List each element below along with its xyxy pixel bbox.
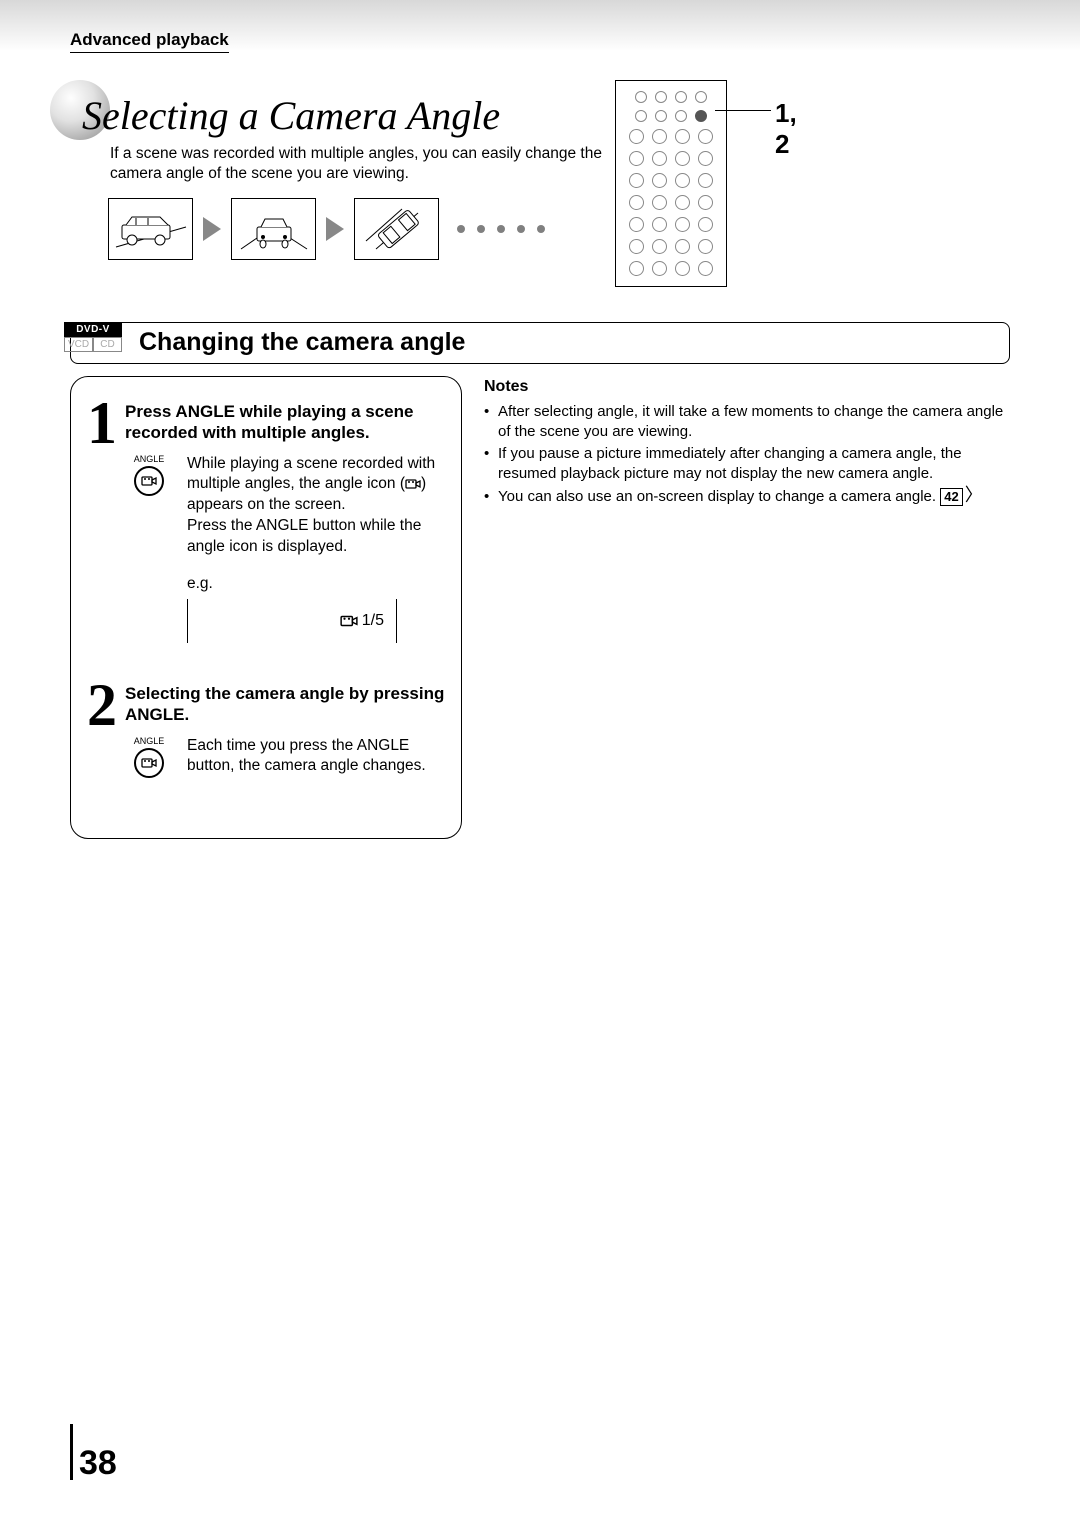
page-reference: 42 — [940, 488, 962, 506]
page-number-bar — [70, 1424, 73, 1480]
content-area: Advanced playback Selecting a Camera Ang… — [70, 30, 1010, 53]
remote-angle-button — [695, 110, 707, 122]
notes-title: Notes — [484, 376, 1010, 398]
angle-button-col: ANGLE — [125, 454, 173, 644]
step-number: 1 — [87, 401, 119, 643]
page-number: 38 — [79, 1446, 117, 1480]
car-front-view-thumb — [231, 198, 316, 260]
osd-angle-value: 1/5 — [362, 610, 384, 632]
section-label: Advanced playback — [70, 30, 229, 53]
page-title: Selecting a Camera Angle — [82, 92, 500, 139]
badge-vcd: VCD — [64, 337, 93, 352]
arrow-icon — [203, 217, 221, 241]
step-2: 2 Selecting the camera angle by pressing… — [87, 683, 445, 778]
badge-dvd: DVD-V — [64, 322, 122, 337]
badge-cd: CD — [93, 337, 122, 352]
continuation-dots — [457, 225, 545, 233]
eg-label: e.g. — [187, 574, 445, 595]
section-heading: Changing the camera angle — [70, 322, 1010, 364]
page-number-wrap: 38 — [70, 1424, 117, 1480]
remote-body — [615, 80, 727, 287]
step-1-title: Press ANGLE while playing a scene record… — [125, 401, 445, 444]
step-number: 2 — [87, 683, 119, 778]
car-side-view-thumb — [108, 198, 193, 260]
notes-list: After selecting angle, it will take a fe… — [484, 402, 1010, 507]
format-badges: DVD-V VCD CD — [64, 322, 122, 352]
arrow-icon — [326, 217, 344, 241]
remote-callout-line — [715, 110, 771, 111]
notes-panel: Notes After selecting angle, it will tak… — [484, 376, 1010, 839]
steps-panel: 1 Press ANGLE while playing a scene reco… — [70, 376, 462, 839]
angle-thumbnails-row — [108, 198, 545, 260]
step-1: 1 Press ANGLE while playing a scene reco… — [87, 401, 445, 643]
step-2-title: Selecting the camera angle by pressing A… — [125, 683, 445, 726]
remote-diagram: 1, 2 — [615, 80, 727, 287]
step-2-text: Each time you press the ANGLE button, th… — [187, 736, 445, 778]
angle-button-icon — [134, 466, 164, 496]
intro-text: If a scene was recorded with multiple an… — [110, 144, 610, 184]
angle-button-label: ANGLE — [134, 736, 165, 746]
angle-button-label: ANGLE — [134, 454, 165, 464]
section-bar-wrap: DVD-V VCD CD Changing the camera angle — [70, 322, 1010, 364]
step-1-text: While playing a scene recorded with mult… — [187, 454, 445, 644]
note-item: If you pause a picture immediately after… — [484, 444, 1010, 485]
angle-button-col: ANGLE — [125, 736, 173, 778]
angle-button-icon — [134, 748, 164, 778]
car-top-view-thumb — [354, 198, 439, 260]
camera-icon — [340, 614, 358, 628]
note-item: After selecting angle, it will take a fe… — [484, 402, 1010, 443]
note-item: You can also use an on-screen display to… — [484, 487, 1010, 507]
remote-callout-label: 1, 2 — [775, 98, 797, 160]
osd-angle-display: 1/5 — [187, 599, 397, 643]
